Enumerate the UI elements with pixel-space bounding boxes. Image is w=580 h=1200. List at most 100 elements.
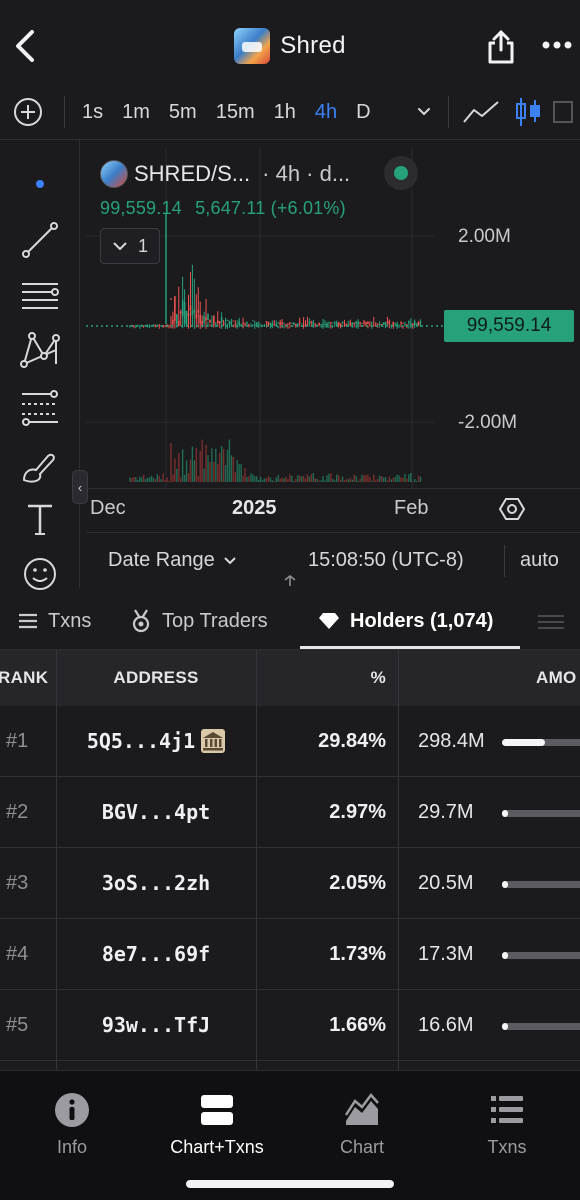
tab-top-traders[interactable]: Top Traders	[130, 604, 268, 638]
candle-body	[187, 313, 190, 316]
header-amount[interactable]: AMO	[536, 650, 577, 706]
list-icon	[19, 613, 37, 629]
nav-chart[interactable]: Chart	[297, 1091, 427, 1158]
candle-body	[259, 323, 262, 325]
volume-bar	[293, 480, 295, 482]
candle-body	[328, 321, 330, 323]
address-cell[interactable]: 5Q5...4j1	[56, 706, 256, 776]
live-indicator[interactable]	[384, 156, 418, 190]
table-row[interactable]: #1 5Q5...4j1 29.84% 298.4M	[0, 706, 580, 777]
token-logo	[234, 28, 271, 64]
volume-bar	[236, 460, 238, 482]
candlestick-icon[interactable]	[514, 96, 542, 128]
volume-bar	[328, 473, 330, 482]
timezone-clock[interactable]: 15:08:50 (UTC-8)	[308, 549, 464, 572]
candle-body	[384, 322, 387, 325]
brush-icon[interactable]	[18, 446, 62, 486]
header-address[interactable]: ADDRESS	[56, 650, 256, 706]
date-range-button[interactable]: Date Range	[108, 549, 237, 572]
line-chart-icon[interactable]	[462, 98, 500, 126]
volume-bar	[246, 477, 248, 482]
volume-bar	[250, 473, 252, 482]
candle-body	[335, 322, 338, 326]
horizontal-lines-icon[interactable]	[18, 276, 62, 316]
more-tabs-icon[interactable]	[536, 606, 566, 636]
candle-body	[207, 313, 209, 321]
pattern-icon[interactable]	[18, 330, 62, 370]
candle-body	[382, 322, 385, 325]
interval-1h[interactable]: 1h	[274, 101, 296, 124]
candle-body	[306, 324, 309, 326]
candle-body	[201, 320, 203, 326]
collapse-toolbar-button[interactable]: ‹	[72, 470, 88, 504]
chevron-down-icon[interactable]	[414, 102, 434, 122]
interval-15m[interactable]: 15m	[216, 101, 255, 124]
candle-body	[154, 325, 157, 327]
address-cell[interactable]: 93w...TfJ	[56, 990, 256, 1060]
volume-bar	[168, 480, 170, 482]
more-horizontal-icon[interactable]	[540, 30, 574, 60]
address-cell[interactable]: 3oS...2zh	[56, 848, 256, 918]
address-cell[interactable]: 8e7...69f	[56, 919, 256, 989]
volume-bar	[252, 474, 254, 482]
candle-body	[349, 322, 352, 326]
volume-bar	[355, 475, 357, 482]
tab-label: Txns	[48, 609, 92, 632]
chart-settings-icon[interactable]	[498, 495, 526, 523]
table-row[interactable]: #3 3oS...2zh 2.05% 20.5M	[0, 848, 580, 919]
volume-bar	[180, 477, 182, 482]
nav-txns[interactable]: Txns	[442, 1091, 572, 1158]
volume-bar	[178, 453, 180, 482]
candle-body	[246, 322, 248, 324]
auto-scale-button[interactable]: auto	[520, 549, 559, 572]
candle-body	[298, 321, 301, 323]
volume-bar	[144, 479, 147, 482]
more-tools-icon[interactable]	[552, 96, 574, 128]
emoji-icon[interactable]	[18, 554, 62, 594]
candle-body	[164, 325, 166, 327]
nav-info[interactable]: Info	[7, 1091, 137, 1158]
add-indicator-icon[interactable]	[12, 96, 44, 128]
volume-bar	[320, 480, 322, 482]
active-tab-indicator	[300, 646, 520, 649]
page-title: Shred	[280, 32, 346, 59]
interval-1s[interactable]: 1s	[82, 101, 103, 124]
nav-chart-txns[interactable]: Chart+Txns	[152, 1091, 282, 1158]
candle-body	[402, 322, 404, 324]
price-chart[interactable]: SHRED/S... · 4h · d... 99,559.14 5,647.1…	[86, 148, 580, 528]
interval-5m[interactable]: 5m	[169, 101, 197, 124]
share-icon[interactable]	[484, 26, 518, 66]
volume-bar	[380, 476, 383, 482]
candle-body	[417, 322, 420, 326]
volume-bar	[203, 468, 205, 482]
interval-d[interactable]: D	[356, 101, 370, 124]
volume-bar	[133, 477, 135, 482]
header-rank[interactable]: RANK	[0, 650, 48, 706]
text-tool-icon[interactable]	[18, 500, 62, 540]
candle-body	[234, 323, 237, 326]
share-bar	[502, 952, 580, 959]
interval-4h[interactable]: 4h	[315, 101, 337, 124]
candle-body	[133, 325, 135, 327]
volume-bar	[261, 479, 264, 482]
volume-bar	[148, 477, 151, 482]
cursor-dot-icon[interactable]	[18, 168, 62, 208]
table-row[interactable]: #5 93w...TfJ 1.66% 16.6M	[0, 990, 580, 1061]
fib-retracement-icon[interactable]	[18, 388, 62, 428]
candle-body	[380, 324, 383, 326]
interval-1m[interactable]: 1m	[122, 101, 150, 124]
address-cell[interactable]: BGV...4pt	[56, 777, 256, 847]
trend-line-icon[interactable]	[18, 220, 62, 260]
header-percent[interactable]: %	[258, 650, 386, 706]
volume-bar	[297, 475, 299, 482]
table-row[interactable]: #2 BGV...4pt 2.97% 29.7M	[0, 777, 580, 848]
volume-bar	[156, 474, 158, 482]
tab-holders[interactable]: Holders (1,074)	[318, 604, 493, 638]
address-text: 5Q5...4j1	[86, 729, 196, 753]
tab-txns[interactable]: Txns	[18, 604, 91, 638]
table-row[interactable]: #4 8e7...69f 1.73% 17.3M	[0, 919, 580, 990]
indicator-toggle-button[interactable]: 1	[100, 228, 160, 264]
volume-bar	[388, 476, 391, 482]
volume-bar	[289, 474, 291, 482]
candle-body	[400, 322, 402, 324]
